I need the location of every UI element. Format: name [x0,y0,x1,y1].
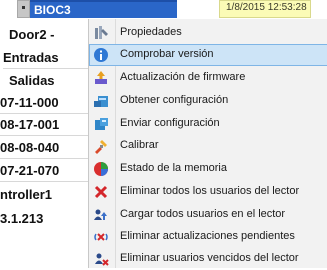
upload-users-icon [93,207,109,223]
menu-item-label: Comprobar versión [120,48,214,60]
menu-item-calibrar[interactable]: Calibrar [89,135,327,157]
menu-item-label: Cargar todos usuarios en el lector [120,208,286,220]
menu-item-label: Obtener configuración [120,94,229,106]
menu-item-comprobar-version[interactable]: Comprobar versión [89,44,327,66]
delete-expired-users-icon [93,251,109,267]
list-item[interactable]: Salidas [9,71,55,91]
menu-item-label: Eliminar todos los usuarios del lector [120,185,300,197]
calibrate-icon [93,138,109,154]
list-item[interactable]: 3.1.213 [0,209,43,229]
menu-item-label: Eliminar usuarios vencidos del lector [120,252,299,264]
list-item[interactable]: Door2 - [9,25,55,45]
list-item[interactable]: 07-21-070 [0,161,88,182]
menu-item-label: Propiedades [120,26,182,38]
info-icon [93,47,109,63]
context-menu: Propiedades Comprobar versión Actualizac… [88,19,327,268]
datetime-text: 1/8/2015 12:53:28 [226,2,307,13]
firmware-update-icon [93,70,109,86]
list-item[interactable]: 08-08-040 [0,138,88,159]
menu-item-estado-memoria[interactable]: Estado de la memoria [89,158,327,180]
list-item[interactable]: 08-17-001 [0,115,88,136]
menu-item-label: Actualización de firmware [120,71,246,83]
menu-item-label: Calibrar [120,139,159,151]
send-config-icon [93,116,109,132]
menu-item-eliminar-todos-usuarios[interactable]: Eliminar todos los usuarios del lector [89,181,327,203]
menu-item-eliminar-vencidos[interactable]: Eliminar usuarios vencidos del lector [89,248,327,270]
device-header-row: BIOC3 1/8/2015 12:53:28 [0,0,327,19]
get-config-icon [93,93,109,109]
device-name: BIOC3 [34,3,71,17]
delete-users-icon [93,184,109,200]
menu-item-label: Estado de la memoria [120,162,227,174]
menu-item-eliminar-pendientes[interactable]: Eliminar actualizaciones pendientes [89,226,327,248]
delete-pending-icon [93,229,109,245]
menu-item-obtener-configuracion[interactable]: Obtener configuración [89,90,327,112]
device-name-cell[interactable]: BIOC3 [30,0,177,18]
row-selector[interactable] [17,0,30,18]
menu-item-actualizacion-firmware[interactable]: Actualización de firmware [89,67,327,89]
menu-item-enviar-configuracion[interactable]: Enviar configuración [89,113,327,135]
menu-item-label: Enviar configuración [120,117,220,129]
list-item[interactable]: Entradas [3,48,88,69]
memory-status-icon [93,161,109,177]
menu-item-label: Eliminar actualizaciones pendientes [120,230,295,242]
properties-icon [93,25,109,41]
datetime-cell: 1/8/2015 12:53:28 [219,0,311,18]
menu-item-cargar-usuarios[interactable]: Cargar todos usuarios en el lector [89,204,327,226]
device-list: Door2 - Entradas Salidas 07-11-000 08-17… [0,19,90,268]
menu-item-propiedades[interactable]: Propiedades [89,22,327,44]
list-item[interactable]: 07-11-000 [0,93,88,114]
list-item[interactable]: ntroller1 [0,185,52,205]
